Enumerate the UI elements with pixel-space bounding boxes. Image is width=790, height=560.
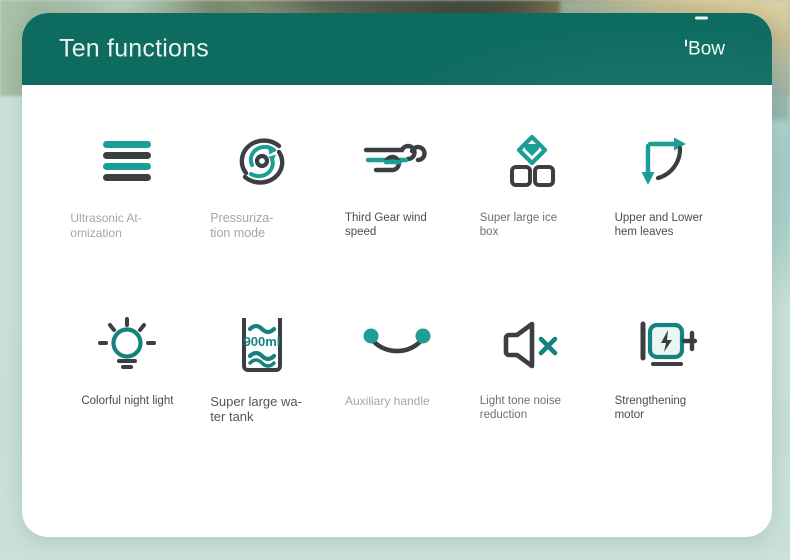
bars-icon <box>101 119 153 205</box>
feature-card: Ten functions Bow Ultrasonic At- <box>22 13 772 537</box>
feature-grid: Ultrasonic At- omization <box>22 85 772 537</box>
screenshot-root: Ten functions Bow Ultrasonic At- <box>0 0 790 560</box>
feature-pressurization-mode[interactable]: Pressuriza- tion mode <box>195 119 330 292</box>
feature-light-tone-noise-reduction[interactable]: Light tone noise reduction <box>464 302 599 475</box>
motor-bolt-icon <box>636 302 698 388</box>
card-header: Ten functions Bow <box>22 13 772 85</box>
feature-colorful-night-light[interactable]: Colorful night light <box>60 302 195 475</box>
oscillation-arrows-icon <box>638 119 696 205</box>
water-capacity-text: 900ml <box>244 334 281 349</box>
feature-auxiliary-handle[interactable]: Auxiliary handle <box>330 302 465 475</box>
handle-icon <box>362 302 432 388</box>
dash-icon <box>695 17 708 20</box>
water-tank-icon: 900ml <box>235 302 289 388</box>
feature-label: Auxiliary handle <box>345 394 449 409</box>
header-right-text: Bow <box>688 39 725 60</box>
light-bulb-icon <box>98 302 156 388</box>
ice-box-icon <box>504 119 560 205</box>
feature-label: Ultrasonic At- omization <box>70 211 180 241</box>
feature-super-large-ice-box[interactable]: Super large ice box <box>464 119 599 292</box>
feature-label: Light tone noise reduction <box>480 394 584 422</box>
wind-icon <box>362 119 432 205</box>
page-title: Ten functions <box>59 35 209 64</box>
feature-upper-and-lower-hem-leaves[interactable]: Upper and Lower hem leaves <box>599 119 734 292</box>
feature-third-gear-wind-speed[interactable]: Third Gear wind speed <box>330 119 465 292</box>
mute-speaker-icon <box>503 302 561 388</box>
feature-label: Super large wa- ter tank <box>210 394 314 424</box>
header-right-label: Bow <box>685 40 725 59</box>
feature-label: Super large ice box <box>480 211 584 239</box>
circular-airflow-icon <box>232 119 292 205</box>
apostrophe-icon <box>685 40 687 47</box>
feature-label: Pressuriza- tion mode <box>210 211 310 241</box>
feature-label: Colorful night light <box>73 394 181 408</box>
feature-strengthening-motor[interactable]: Strengthening motor <box>599 302 734 475</box>
feature-label: Third Gear wind speed <box>345 211 449 239</box>
feature-label: Strengthening motor <box>615 394 719 422</box>
feature-ultrasonic-atomization[interactable]: Ultrasonic At- omization <box>60 119 195 292</box>
feature-super-large-water-tank[interactable]: 900ml Super large wa- ter tank <box>195 302 330 475</box>
feature-label: Upper and Lower hem leaves <box>615 211 719 239</box>
